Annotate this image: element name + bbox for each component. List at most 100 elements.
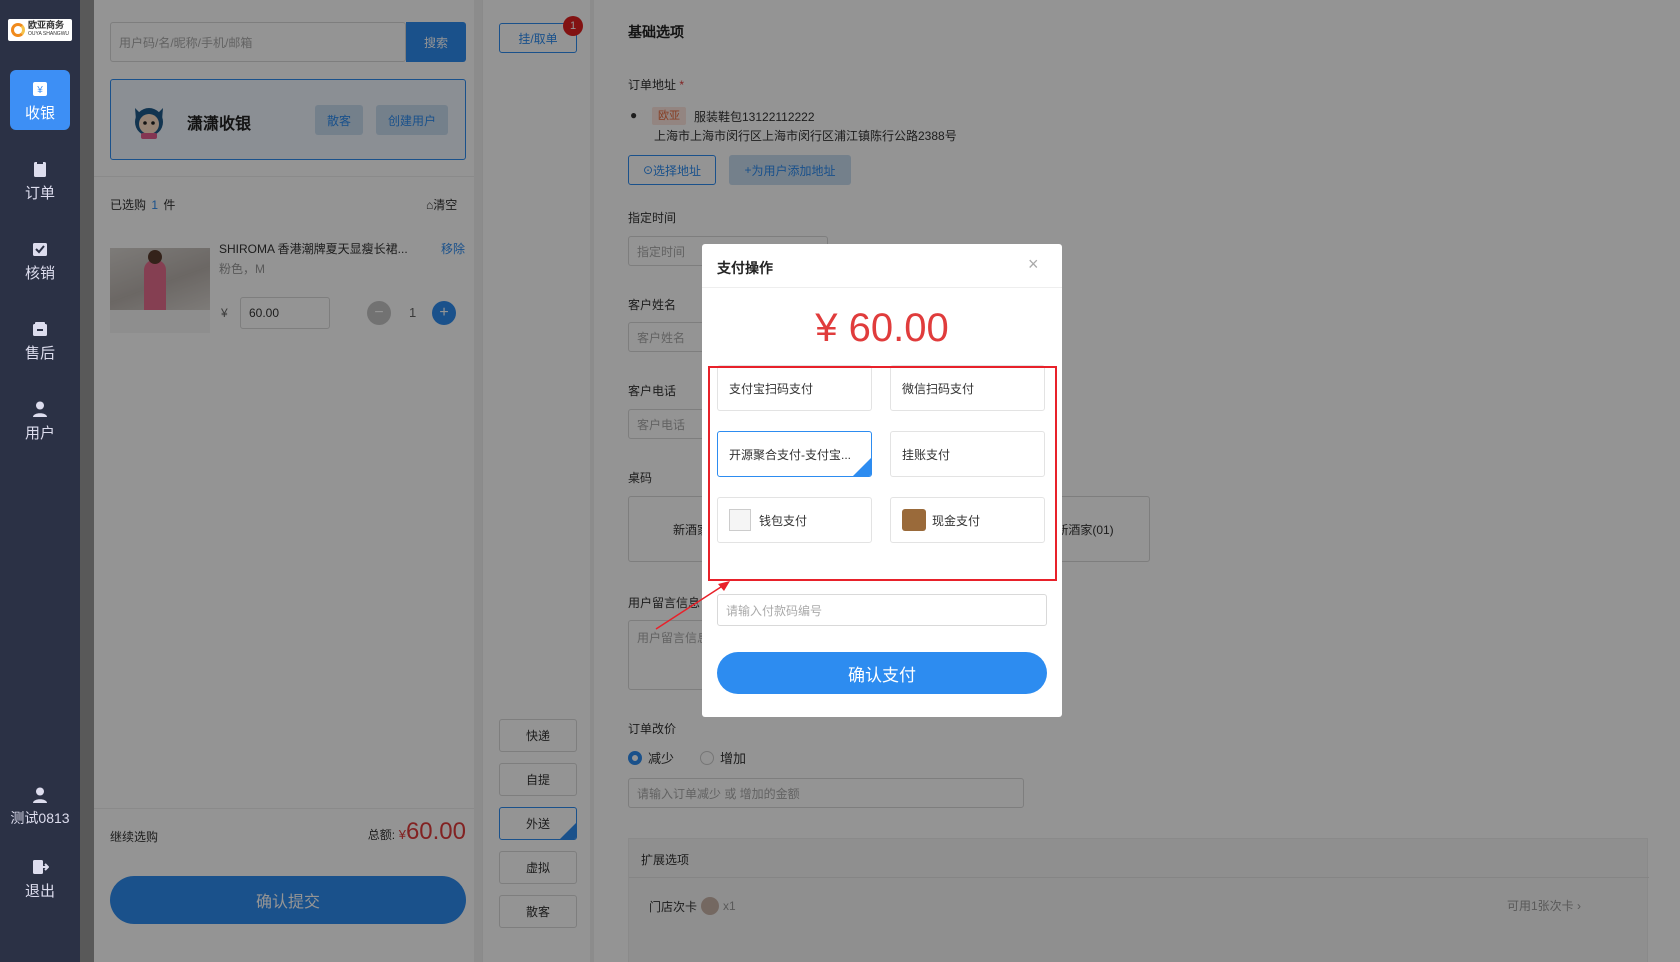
account[interactable]: 测试0813 [10, 776, 70, 832]
sidebar: 欧亚商务 OUYA SHANGWU ¥ 收银 订单 核销 售后 用户 测试0813… [0, 0, 80, 962]
radio-increase[interactable]: 增加 [700, 748, 746, 767]
divider [629, 877, 1649, 878]
card-available[interactable]: 可用1张次卡 › [1507, 897, 1581, 914]
total-amount: 60.00 [405, 818, 466, 845]
time-label: 指定时间 [628, 211, 677, 225]
price-currency: ¥ [221, 306, 228, 320]
logo-ring-icon [11, 23, 25, 37]
verify-icon [31, 240, 49, 258]
modal-title: 支付操作 [717, 260, 773, 276]
plus-icon: + [439, 304, 449, 321]
minus-icon: − [374, 304, 384, 321]
continue-shopping-button[interactable]: 继续选购 [110, 828, 158, 845]
card-available-label: 可用1张次卡 [1507, 899, 1574, 913]
pay-option-alipay-scan[interactable]: 支付宝扫码支付 [717, 365, 872, 411]
delivery-guest-button[interactable]: 散客 [499, 895, 577, 928]
address-label-text: 订单地址 [628, 78, 677, 92]
add-address-label: 为用户添加地址 [751, 163, 836, 178]
address-contact: 服装鞋包13122112222 [694, 110, 815, 124]
create-user-button[interactable]: 创建用户 [376, 105, 448, 135]
message-label: 用户留言信息 [628, 596, 701, 610]
address-icon: ⊙ [642, 163, 654, 177]
remove-product-button[interactable]: 移除 [441, 240, 465, 257]
divider [94, 176, 482, 177]
chevron-right-icon: › [1577, 899, 1582, 913]
add-address-button[interactable]: + 为用户添加地址 [729, 155, 851, 185]
store-card-avatar [701, 897, 720, 915]
selected-count: 1 [151, 198, 159, 212]
hang-count-badge: 1 [563, 16, 583, 36]
pay-option-credit[interactable]: 挂账支付 [890, 431, 1045, 477]
selected-check-icon [853, 458, 871, 476]
radio-decrease-label: 减少 [648, 751, 675, 766]
account-icon [31, 786, 49, 804]
selected-suffix: 件 [163, 198, 176, 212]
nav-cashier[interactable]: ¥ 收银 [10, 70, 70, 130]
radio-increase-label: 增加 [720, 751, 747, 766]
radio-decrease[interactable]: 减少 [628, 748, 674, 767]
pay-option-label: 挂账支付 [902, 447, 951, 462]
address-detail: 上海市上海市闵行区上海市闵行区浦江镇陈行公路2388号 [654, 129, 957, 143]
price-change-input[interactable]: 请输入订单减少 或 增加的金额 [628, 778, 1024, 808]
logout-button[interactable]: 退出 [10, 848, 70, 908]
nav-user[interactable]: 用户 [10, 390, 70, 450]
pay-option-wechat-scan[interactable]: 微信扫码支付 [890, 365, 1045, 411]
nav-aftersale[interactable]: 售后 [10, 310, 70, 370]
pay-option-cash[interactable]: 现金支付 [890, 497, 1045, 543]
pay-option-label: 现金支付 [932, 513, 981, 528]
delivery-express-button[interactable]: 快递 [499, 719, 577, 752]
increase-qty-button[interactable]: + [432, 301, 456, 325]
total-display: 总额: ¥60.00 [334, 818, 466, 846]
decrease-qty-button[interactable]: − [367, 301, 391, 325]
time-placeholder: 指定时间 [637, 244, 686, 259]
radio-unchecked-icon [700, 750, 714, 765]
order-type-panel: 挂/取单 1 快递 自提 外送 虚拟 散客 [482, 0, 594, 962]
product-spec: 粉色，M [219, 262, 265, 276]
nav-label: 核销 [24, 265, 55, 282]
pay-option-label: 钱包支付 [759, 513, 808, 528]
extension-box: 扩展选项 门店次卡 x1 可用1张次卡 › [628, 838, 1649, 962]
aftersale-icon [31, 320, 49, 338]
product-qty: 1 [409, 305, 417, 320]
close-icon[interactable]: × [1028, 254, 1039, 275]
address-label: 订单地址 * [628, 78, 685, 92]
selected-summary: 已选购 1 件 [110, 196, 175, 213]
pay-option-open-aggregate[interactable]: 开源聚合支付-支付宝... [717, 431, 872, 477]
nav-label: 订单 [24, 185, 55, 202]
nav-label: 收银 [24, 105, 55, 122]
brand-logo: 欧亚商务 OUYA SHANGWU [8, 19, 72, 41]
delivery-takeout-button[interactable]: 外送 [499, 807, 577, 840]
payment-amount: ¥ 60.00 [815, 306, 949, 350]
nav-verify[interactable]: 核销 [10, 230, 70, 290]
product-floor [110, 310, 210, 333]
select-address-button[interactable]: ⊙ 选择地址 [628, 155, 716, 185]
store-card-qty: x1 [723, 899, 736, 913]
guest-button[interactable]: 散客 [315, 105, 363, 135]
address-tag: 欧亚 [652, 107, 686, 125]
logout-icon [31, 858, 50, 876]
product-price-input[interactable]: 60.00 [240, 297, 330, 329]
section-title: 基础选项 [628, 24, 684, 40]
payment-code-input[interactable]: 请输入付款码编号 [717, 594, 1047, 626]
phone-placeholder: 客户电话 [637, 417, 686, 432]
wallet-image-icon [729, 509, 751, 531]
user-search-input[interactable]: 用户码/名/昵称/手机/邮箱 [110, 22, 406, 62]
confirm-payment-button[interactable]: 确认支付 [717, 652, 1047, 694]
price-change-label: 订单改价 [628, 722, 677, 736]
extension-title: 扩展选项 [641, 853, 690, 867]
search-placeholder: 用户码/名/昵称/手机/邮箱 [119, 35, 253, 50]
store-card-row[interactable]: 门店次卡 x1 [649, 897, 736, 915]
clear-button[interactable]: ⌂清空 [426, 196, 457, 213]
order-icon [31, 160, 49, 178]
nav-order[interactable]: 订单 [10, 150, 70, 210]
pay-option-wallet[interactable]: 钱包支付 [717, 497, 872, 543]
svg-text:¥: ¥ [36, 85, 43, 96]
delivery-virtual-button[interactable]: 虚拟 [499, 851, 577, 884]
pay-option-label: 微信扫码支付 [902, 381, 975, 396]
search-button[interactable]: 搜索 [406, 22, 466, 62]
product-model-head [148, 250, 162, 264]
selected-prefix: 已选购 [110, 198, 147, 212]
confirm-submit-button[interactable]: 确认提交 [110, 876, 466, 924]
delivery-pickup-button[interactable]: 自提 [499, 763, 577, 796]
phone-label: 客户电话 [628, 384, 677, 398]
